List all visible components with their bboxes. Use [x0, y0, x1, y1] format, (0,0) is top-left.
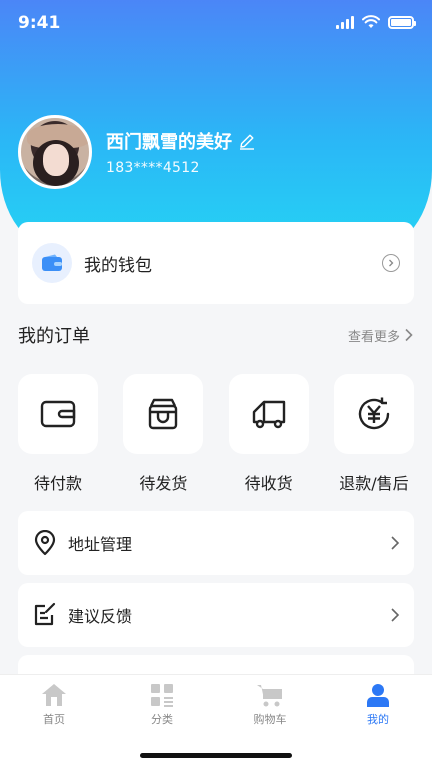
- order-refund-aftersale[interactable]: 退款/售后: [333, 374, 414, 494]
- wifi-icon: [362, 15, 380, 28]
- chevron-right-icon: [391, 536, 400, 550]
- truck-icon: [252, 400, 285, 429]
- profile-info: 西门飘雪的美好 183****4512: [106, 128, 256, 176]
- home-icon: [42, 684, 66, 706]
- avatar[interactable]: [18, 115, 92, 189]
- tab-mine[interactable]: 我的: [338, 683, 418, 727]
- tab-label: 我的: [367, 713, 389, 726]
- edit-pencil-icon[interactable]: [238, 132, 256, 150]
- grid-icon: [151, 684, 173, 707]
- user-icon: [367, 684, 389, 707]
- order-icon-box: [18, 374, 98, 454]
- signal-icon: [336, 15, 354, 29]
- wallet-label: 我的钱包: [84, 255, 152, 276]
- status-icons: [336, 15, 416, 29]
- location-pin-icon: [34, 530, 56, 556]
- menu-item-label: 地址管理: [68, 535, 133, 554]
- order-pending-receipt[interactable]: 待收货: [228, 374, 309, 494]
- order-label: 待付款: [33, 474, 82, 493]
- tab-label: 首页: [43, 713, 65, 726]
- menu-item-feedback[interactable]: 建议反馈: [18, 583, 414, 647]
- menu-item-address[interactable]: 地址管理: [18, 511, 414, 575]
- status-time: 9:41: [18, 13, 61, 33]
- tab-label: 购物车: [253, 713, 287, 726]
- order-icon-box: [333, 374, 414, 454]
- box-icon: [149, 398, 178, 430]
- tab-category[interactable]: 分类: [122, 683, 202, 727]
- order-pending-payment[interactable]: 待付款: [18, 374, 98, 494]
- cart-icon: [257, 685, 282, 707]
- wallet-icon: [32, 243, 72, 283]
- wallet-card[interactable]: 我的钱包: [18, 222, 414, 304]
- feedback-edit-icon: [34, 602, 56, 626]
- order-label: 待收货: [244, 474, 293, 493]
- chevron-right-icon: [405, 328, 413, 342]
- yen-refund-icon: [358, 397, 390, 430]
- home-indicator: [140, 753, 292, 758]
- order-icon-box: [228, 374, 309, 454]
- order-label: 退款/售后: [339, 474, 409, 493]
- order-status-row: 待付款 待发货 待收货 退款/售后: [18, 374, 414, 494]
- tab-cart[interactable]: 购物车: [230, 683, 310, 727]
- username: 西门飘雪的美好: [106, 132, 232, 153]
- order-pending-shipment[interactable]: 待发货: [123, 374, 204, 494]
- tab-home[interactable]: 首页: [14, 683, 94, 727]
- order-icon-box: [123, 374, 204, 454]
- tab-label: 分类: [151, 713, 173, 726]
- orders-header: 我的订单 查看更多: [18, 322, 414, 348]
- view-more-link[interactable]: 查看更多: [348, 326, 414, 345]
- phone-number: 183****4512: [106, 160, 200, 176]
- wallet-icon: [40, 400, 76, 428]
- order-label: 待发货: [139, 474, 188, 493]
- view-more-label: 查看更多: [347, 329, 400, 345]
- menu-item-label: 建议反馈: [68, 607, 133, 626]
- orders-title: 我的订单: [18, 326, 90, 347]
- chevron-right-icon: [391, 608, 400, 622]
- chevron-right-circle-icon: [382, 254, 400, 272]
- battery-icon: [388, 15, 416, 29]
- status-bar: 9:41: [0, 0, 432, 50]
- profile-section[interactable]: 西门飘雪的美好 183****4512: [18, 115, 256, 189]
